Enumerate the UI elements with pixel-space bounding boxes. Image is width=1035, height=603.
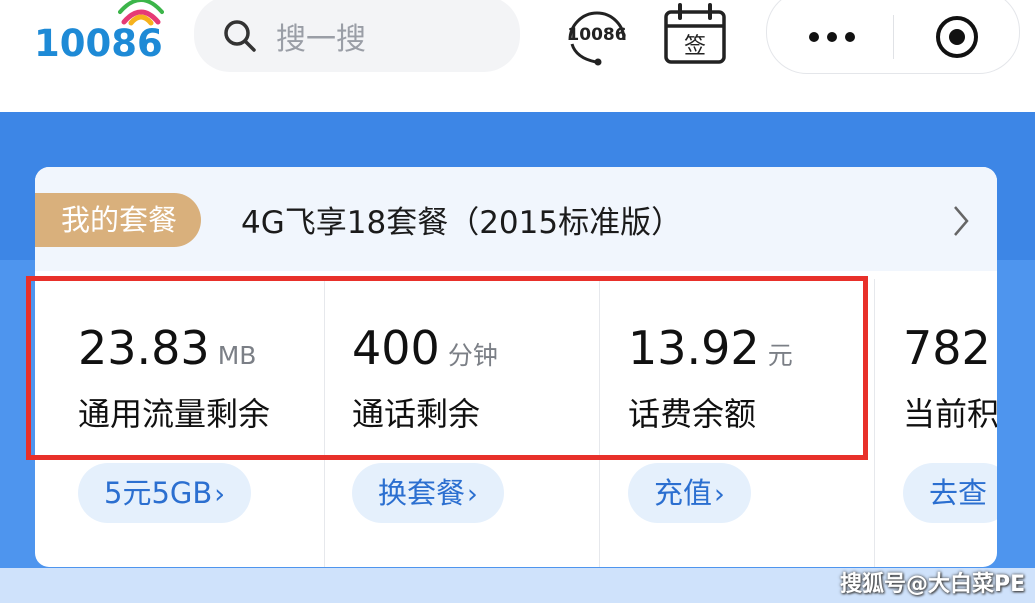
mini-program-capsule — [766, 0, 1020, 74]
search-icon — [224, 20, 256, 52]
stat-label: 当前积 — [903, 395, 997, 433]
button-label: 换套餐 — [378, 476, 466, 510]
calendar-icon-text: 签 — [684, 34, 706, 59]
dot-icon — [827, 32, 837, 42]
highlight-box — [26, 276, 868, 460]
button-label: 去查 — [929, 476, 988, 510]
brand-logo[interactable]: 10086 — [34, 0, 184, 68]
capsule-divider — [893, 15, 894, 59]
button-label: 5元5GB — [104, 476, 213, 510]
buy-data-button[interactable]: 5元5GB› — [78, 463, 252, 523]
logo-text: 10086 — [34, 22, 163, 65]
search-placeholder: 搜一搜 — [276, 22, 366, 57]
customer-service-icon[interactable]: 10086 — [562, 0, 632, 70]
recharge-button[interactable]: 充值› — [628, 463, 751, 523]
more-button[interactable] — [797, 15, 867, 59]
dot-icon — [845, 32, 855, 42]
package-name: 4G飞享18套餐（2015标准版） — [241, 205, 683, 241]
chevron-right-icon: › — [714, 479, 725, 510]
service-icon-text: 10086 — [567, 25, 626, 45]
top-header: 10086 搜一搜 10086 签 — [0, 0, 1035, 110]
close-target-icon[interactable] — [933, 13, 981, 61]
chevron-right-icon: › — [467, 479, 478, 510]
chevron-right-icon — [954, 206, 969, 236]
checkin-calendar-icon[interactable]: 签 — [662, 2, 728, 66]
chevron-right-icon: › — [214, 479, 226, 510]
my-package-badge: 我的套餐 — [35, 193, 201, 247]
stat-value: 782 — [903, 321, 991, 375]
watermark: 搜狐号@大白菜PE — [840, 572, 1026, 597]
search-bar[interactable]: 搜一搜 — [194, 0, 520, 72]
change-plan-button[interactable]: 换套餐› — [352, 463, 504, 523]
button-label: 充值 — [654, 476, 713, 510]
check-points-button[interactable]: 去查 — [903, 463, 997, 523]
points-stat: 782 当前积 去查 — [875, 271, 997, 567]
dot-icon — [809, 32, 819, 42]
stat-number: 782 — [903, 321, 991, 375]
package-header[interactable]: 我的套餐 4G飞享18套餐（2015标准版） — [35, 167, 997, 271]
